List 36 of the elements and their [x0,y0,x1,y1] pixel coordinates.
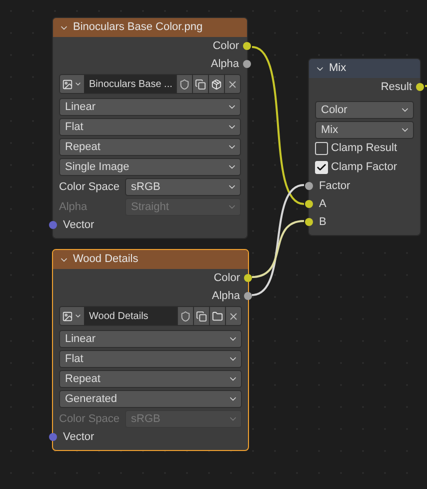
checkbox-label: Clamp Result [331,141,398,156]
socket-label: Color [214,270,240,286]
socket-label: Vector [63,430,94,445]
checkbox-label: Clamp Factor [331,160,398,176]
field-label: Color Space [59,180,121,195]
dropdown[interactable]: sRGB [125,178,241,196]
socket-label: Result [380,80,412,95]
node-header[interactable]: Mix [309,59,420,78]
dropdown[interactable]: Repeat [59,370,242,388]
socket-label: B [319,214,326,230]
field-label: Alpha [59,200,88,215]
dropdown[interactable]: Repeat [59,138,241,156]
dropdown[interactable]: Mix [315,121,414,139]
field-label: Color Space [59,412,121,427]
socket-label: Vector [63,218,94,233]
checkbox[interactable] [315,142,328,155]
node-wire [425,85,427,87]
dropdown[interactable]: Linear [59,330,242,348]
checkbox[interactable] [315,161,328,174]
socket-label: Alpha [210,56,239,72]
dropdown[interactable]: Flat [59,350,242,368]
node-panel[interactable]: Mix Result Color Mix Clamp Result Clamp Factor Factor A B [308,58,421,236]
socket-label: Factor [319,178,350,194]
node-title: Binoculars Base Color.png [73,20,203,36]
node-header[interactable]: Wood Details [53,250,248,269]
dropdown[interactable]: Single Image [59,158,241,176]
node-title: Wood Details [73,252,138,268]
socket-label: Color [212,38,239,54]
node-title: Mix [329,61,346,76]
socket-label: Alpha [212,288,240,304]
dropdown[interactable]: Generated [59,390,242,408]
dropdown[interactable]: Color [315,101,414,119]
dropdown[interactable]: Flat [59,118,241,136]
node-header[interactable]: Binoculars Base Color.png [53,18,247,37]
socket-label: A [319,196,326,212]
dropdown[interactable]: Linear [59,98,241,116]
